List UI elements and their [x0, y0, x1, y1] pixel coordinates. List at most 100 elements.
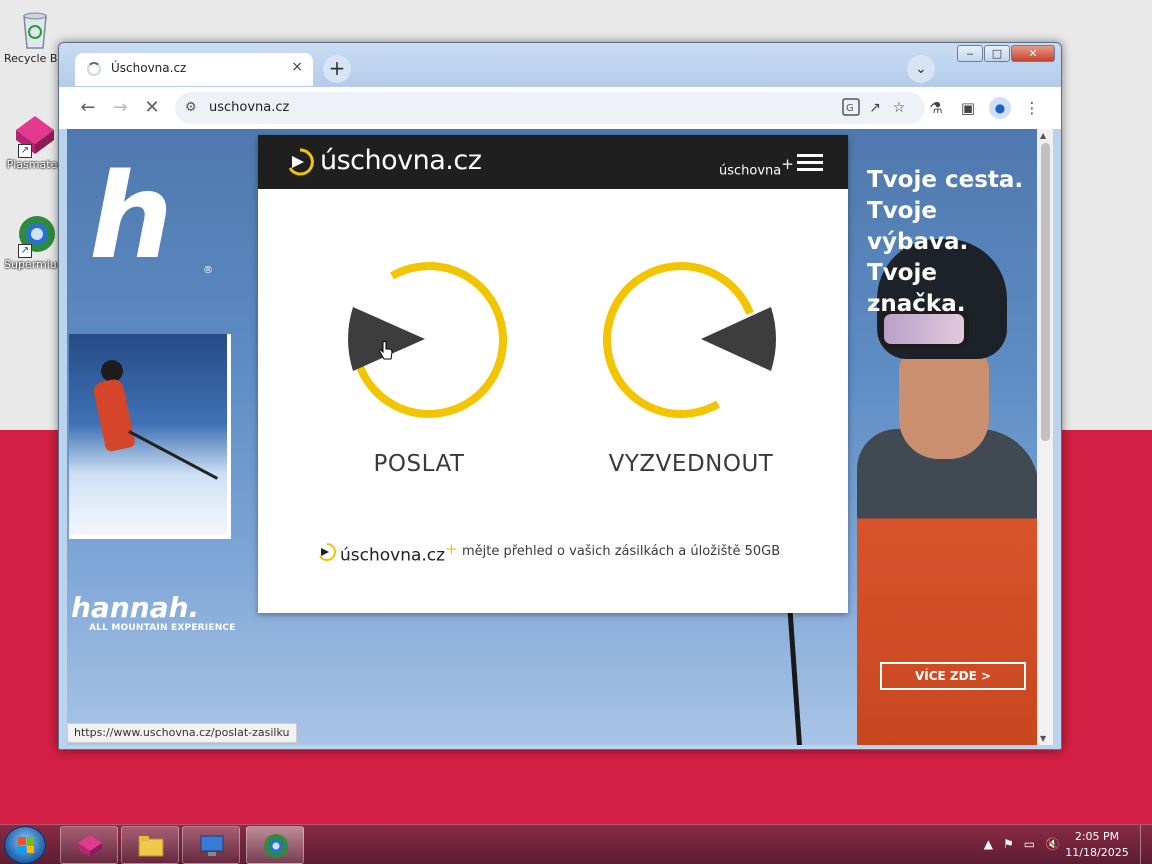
pickup-arrow-icon [603, 262, 776, 418]
desktop-icon-label: Plasmatec [6, 158, 64, 171]
vice-zde-button[interactable]: VÍCE ZDE > [880, 662, 1026, 690]
recycle-bin-icon [12, 6, 58, 52]
back-button[interactable]: ← [75, 95, 101, 121]
desktop-icon-supermium[interactable]: ↗ Supermium [4, 212, 66, 271]
slogan-line: Tvoje výbava. [867, 198, 969, 255]
uschovna-plus-link[interactable]: úschovna+ [719, 155, 794, 178]
tab-search-button[interactable]: ⌄ [907, 55, 935, 83]
tray-expand-icon[interactable]: ▲ [984, 837, 993, 851]
site-logo-text[interactable]: úschovna.cz [320, 145, 482, 176]
taskbar: ▲ ⚑ ▭ 🔇 2:05 PM 11/18/2025 [0, 824, 1152, 864]
upload-card: úschovna.cz úschovna+ POSLAT VYZVEDNOUT … [258, 135, 848, 613]
slogan-line: Tvoje značka. [867, 260, 966, 317]
loading-spinner-icon [87, 62, 101, 76]
desktop-icon-recycle-bin[interactable]: Recycle Bin [4, 6, 66, 65]
address-bar[interactable]: ⚙ uschovna.cz G ↗ ☆ [175, 92, 925, 124]
shortcut-arrow-icon: ↗ [18, 244, 32, 258]
translate-icon[interactable]: G [841, 98, 861, 118]
poslat-action[interactable]: POSLAT [319, 255, 519, 485]
network-icon[interactable]: ▭ [1024, 837, 1035, 851]
tab-close-button[interactable]: × [291, 59, 303, 75]
show-desktop-button[interactable] [1140, 825, 1152, 864]
desktop-icon-label: Recycle Bin [4, 52, 66, 65]
taskbar-app-remote-desktop[interactable] [182, 826, 240, 864]
promo-text: mějte přehled o vašich zásilkách a úloži… [462, 544, 781, 559]
start-button[interactable] [4, 826, 46, 864]
vyzvednout-action[interactable]: VYZVEDNOUT [591, 255, 791, 485]
tab-title: Úschovna.cz [111, 61, 187, 75]
share-icon[interactable]: ↗ [865, 98, 885, 118]
monitor-icon [200, 835, 224, 856]
maximize-button[interactable]: □ [984, 45, 1010, 62]
shortcut-arrow-icon: ↗ [18, 144, 32, 158]
hannah-wordmark[interactable]: hannah. [71, 591, 199, 624]
ad-ski-pole [786, 599, 803, 745]
taskbar-clock[interactable]: 2:05 PM 11/18/2025 [1062, 829, 1132, 861]
plasma-icon [78, 835, 102, 857]
taskbar-app-file-explorer[interactable] [121, 826, 179, 864]
poslat-label: POSLAT [373, 451, 465, 477]
uschovna-logo-icon[interactable] [286, 148, 314, 176]
ad-slogan: Tvoje cesta. Tvoje výbava. Tvoje značka. [867, 165, 1039, 320]
page-scrollbar[interactable]: ▲ ▼ [1037, 129, 1053, 745]
registered-mark: ® [203, 265, 213, 276]
uschovna-small-logo-icon [319, 543, 336, 561]
page-viewport: h ® hannah. ALL MOUNTAIN EXPERIENCE Tvoj… [67, 129, 1039, 745]
window-controls: ‒ □ ✕ [956, 45, 1055, 62]
promo-brand-text: úschovna.cz [340, 545, 446, 566]
uschovna-plus-promo[interactable]: úschovna.cz+ mějte přehled o vašich zási… [318, 540, 798, 566]
skier-pole [128, 430, 218, 480]
ad-skier-photo[interactable] [69, 334, 231, 539]
side-panel-icon[interactable]: ▣ [957, 97, 979, 119]
tab-uschovna[interactable]: Úschovna.cz × [75, 53, 313, 86]
scroll-up-icon[interactable]: ▲ [1040, 131, 1046, 140]
bookmark-star-icon[interactable]: ☆ [889, 98, 909, 118]
scrollbar-thumb[interactable] [1041, 143, 1050, 441]
windows-logo-icon [18, 837, 34, 853]
send-arrow-icon [348, 262, 508, 418]
desktop-icon-label: Supermium [4, 258, 66, 271]
site-info-icon[interactable]: ⚙ [185, 100, 197, 115]
hannah-tagline: ALL MOUNTAIN EXPERIENCE [89, 623, 236, 633]
close-window-button[interactable]: ✕ [1011, 45, 1055, 62]
hand-cursor-icon [379, 341, 393, 360]
plus-link-text: úschovna [719, 163, 782, 179]
system-tray: ▲ ⚑ ▭ 🔇 [984, 837, 1060, 851]
browser-window: ‒ □ ✕ Úschovna.cz × + ⌄ ← → ✕ ⚙ uschovna… [58, 42, 1062, 750]
promo-plus-sign: + [445, 540, 458, 558]
stop-loading-button[interactable]: ✕ [139, 95, 165, 121]
svg-text:G: G [846, 103, 854, 114]
hamburger-menu-icon[interactable] [797, 154, 823, 172]
scroll-down-icon[interactable]: ▼ [1040, 734, 1046, 743]
browser-globe-icon [264, 834, 288, 858]
ad-skier-jacket [857, 429, 1039, 745]
menu-dots-icon[interactable]: ⋮ [1021, 97, 1043, 119]
skier-body [92, 377, 136, 453]
clock-date: 11/18/2025 [1065, 846, 1129, 859]
address-url[interactable]: uschovna.cz [209, 100, 289, 115]
slogan-line: Tvoje cesta. [867, 167, 1024, 193]
profile-icon[interactable]: ● [989, 97, 1011, 119]
volume-muted-icon[interactable]: 🔇 [1045, 837, 1060, 851]
folder-icon [138, 836, 164, 857]
taskbar-app-plasma[interactable] [60, 826, 118, 864]
hannah-h-logo[interactable]: h [89, 157, 173, 275]
plus-sign: + [781, 155, 794, 173]
minimize-button[interactable]: ‒ [957, 45, 983, 62]
status-bar-url: https://www.uschovna.cz/poslat-zasilku [67, 723, 297, 743]
ad-skier-face [899, 349, 989, 459]
browser-toolbar: ← → ✕ ⚙ uschovna.cz G ↗ ☆ ⚗ ▣ ● ⋮ [59, 87, 1061, 129]
site-header: úschovna.cz úschovna+ [258, 135, 848, 189]
clock-time: 2:05 PM [1074, 830, 1120, 843]
forward-button[interactable]: → [107, 95, 133, 121]
plasma-icon: ↗ [12, 112, 58, 158]
promo-brand: úschovna.cz+ [340, 540, 458, 566]
title-bar: ‒ □ ✕ Úschovna.cz × + ⌄ [59, 43, 1061, 87]
action-center-flag-icon[interactable]: ⚑ [1003, 837, 1014, 851]
labs-icon[interactable]: ⚗ [925, 97, 947, 119]
new-tab-button[interactable]: + [323, 55, 351, 83]
taskbar-app-supermium[interactable] [246, 826, 304, 864]
browser-globe-icon: ↗ [12, 212, 58, 258]
desktop-icon-plasmatec[interactable]: ↗ Plasmatec [4, 112, 66, 171]
vyzvednout-label: VYZVEDNOUT [608, 451, 774, 477]
